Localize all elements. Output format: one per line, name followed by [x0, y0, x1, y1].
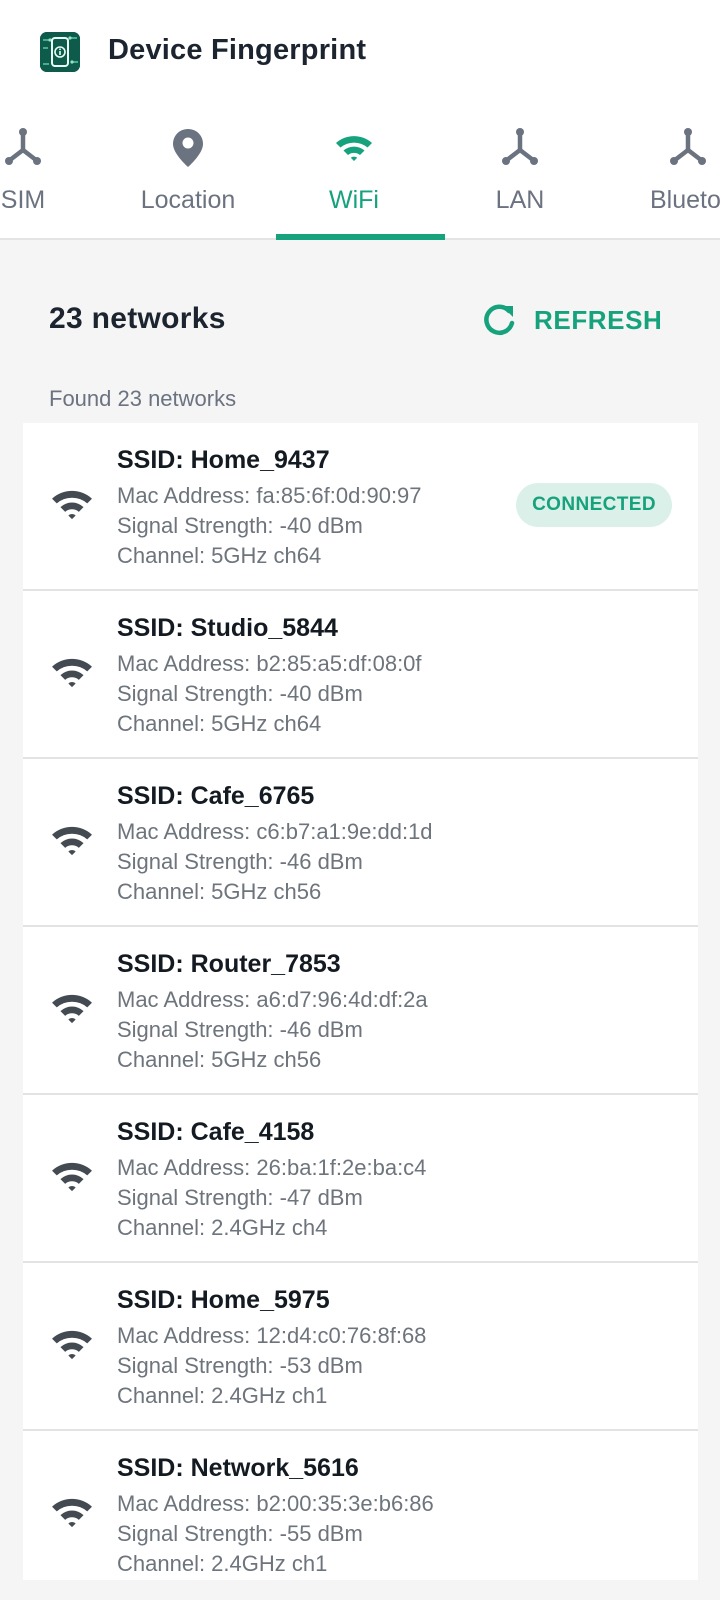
tab-location[interactable]: Location — [103, 108, 273, 238]
network-list-item[interactable]: SSID: Network_5616 Mac Address: b2:00:35… — [23, 1431, 698, 1580]
network-mac: Mac Address: c6:b7:a1:9e:dd:1d — [117, 819, 433, 844]
network-list-item[interactable]: SSID: Home_5975 Mac Address: 12:d4:c0:76… — [23, 1263, 698, 1431]
refresh-label: REFRESH — [534, 304, 663, 335]
wifi-signal-icon — [52, 490, 92, 520]
network-channel: Channel: 2.4GHz ch1 — [117, 1551, 328, 1576]
network-mac: Mac Address: fa:85:6f:0d:90:97 — [117, 483, 422, 508]
location-pin-icon — [173, 129, 203, 167]
tab-wifi-label: WiFi — [329, 186, 379, 214]
network-ssid: SSID: Home_9437 — [117, 446, 330, 474]
tab-sim-label: SIM — [0, 186, 46, 214]
network-ssid: SSID: Cafe_4158 — [117, 1118, 315, 1146]
tab-bluetooth[interactable]: Blueto — [620, 108, 720, 238]
tab-sim[interactable]: SIM — [0, 108, 108, 238]
network-icon — [670, 128, 706, 165]
network-icon — [502, 128, 538, 165]
wifi-signal-icon — [52, 994, 92, 1024]
network-mac: Mac Address: b2:85:a5:df:08:0f — [117, 651, 422, 676]
network-mac: Mac Address: b2:00:35:3e:b6:86 — [117, 1491, 434, 1516]
wifi-signal-icon — [52, 826, 92, 856]
network-signal: Signal Strength: -40 dBm — [117, 513, 363, 538]
network-signal: Signal Strength: -55 dBm — [117, 1521, 363, 1546]
network-details: SSID: Studio_5844 Mac Address: b2:85:a5:… — [117, 613, 422, 739]
network-mac: Mac Address: 12:d4:c0:76:8f:68 — [117, 1323, 427, 1348]
refresh-icon — [484, 304, 515, 335]
network-signal: Signal Strength: -53 dBm — [117, 1353, 363, 1378]
network-list[interactable]: SSID: Home_9437 Mac Address: fa:85:6f:0d… — [23, 423, 698, 1580]
tab-indicator — [276, 234, 445, 240]
app-logo-icon — [40, 32, 80, 72]
network-signal: Signal Strength: -40 dBm — [117, 681, 363, 706]
network-mac: Mac Address: a6:d7:96:4d:df:2a — [117, 987, 428, 1012]
network-ssid: SSID: Studio_5844 — [117, 614, 338, 642]
network-list-item[interactable]: SSID: Home_9437 Mac Address: fa:85:6f:0d… — [23, 423, 698, 591]
tab-bluetooth-label: Blueto — [650, 186, 720, 214]
network-mac: Mac Address: 26:ba:1f:2e:ba:c4 — [117, 1155, 427, 1180]
app-screen: Device Fingerprint SIM Location WiFi LAN… — [0, 0, 720, 1600]
network-ssid: SSID: Home_5975 — [117, 1286, 330, 1314]
network-details: SSID: Network_5616 Mac Address: b2:00:35… — [117, 1453, 434, 1579]
network-ssid: SSID: Cafe_6765 — [117, 782, 315, 810]
network-list-item[interactable]: SSID: Cafe_4158 Mac Address: 26:ba:1f:2e… — [23, 1095, 698, 1263]
network-list-item[interactable]: SSID: Studio_5844 Mac Address: b2:85:a5:… — [23, 591, 698, 759]
wifi-signal-icon — [52, 1330, 92, 1360]
network-details: SSID: Cafe_6765 Mac Address: c6:b7:a1:9e… — [117, 781, 433, 907]
app-bar: Device Fingerprint — [0, 0, 720, 108]
wifi-icon — [336, 136, 372, 161]
network-channel: Channel: 5GHz ch56 — [117, 1047, 322, 1072]
tab-lan-label: LAN — [495, 186, 545, 214]
tab-lan[interactable]: LAN — [435, 108, 605, 238]
network-icon — [5, 128, 41, 165]
network-details: SSID: Cafe_4158 Mac Address: 26:ba:1f:2e… — [117, 1117, 426, 1243]
tab-wifi[interactable]: WiFi — [269, 108, 439, 238]
network-signal: Signal Strength: -46 dBm — [117, 1017, 363, 1042]
wifi-signal-icon — [52, 1498, 92, 1528]
network-details: SSID: Home_9437 Mac Address: fa:85:6f:0d… — [117, 445, 422, 571]
app-title: Device Fingerprint — [108, 34, 367, 66]
network-channel: Channel: 5GHz ch64 — [117, 543, 322, 568]
wifi-signal-icon — [52, 1162, 92, 1192]
connected-badge: CONNECTED — [516, 483, 672, 527]
network-details: SSID: Home_5975 Mac Address: 12:d4:c0:76… — [117, 1285, 426, 1411]
refresh-button[interactable]: REFRESH — [480, 298, 662, 342]
network-details: SSID: Router_7853 Mac Address: a6:d7:96:… — [117, 949, 428, 1075]
found-networks-label: Found 23 networks — [49, 386, 237, 411]
network-count-title: 23 networks — [49, 302, 226, 335]
network-ssid: SSID: Router_7853 — [117, 950, 341, 978]
wifi-signal-icon — [52, 658, 92, 688]
network-list-item[interactable]: SSID: Cafe_6765 Mac Address: c6:b7:a1:9e… — [23, 759, 698, 927]
network-channel: Channel: 2.4GHz ch1 — [117, 1383, 328, 1408]
network-ssid: SSID: Network_5616 — [117, 1454, 359, 1482]
tab-bar: SIM Location WiFi LAN Blueto — [0, 108, 720, 240]
network-channel: Channel: 2.4GHz ch4 — [117, 1215, 328, 1240]
network-signal: Signal Strength: -47 dBm — [117, 1185, 363, 1210]
network-channel: Channel: 5GHz ch56 — [117, 879, 322, 904]
network-signal: Signal Strength: -46 dBm — [117, 849, 363, 874]
network-channel: Channel: 5GHz ch64 — [117, 711, 322, 736]
network-list-item[interactable]: SSID: Router_7853 Mac Address: a6:d7:96:… — [23, 927, 698, 1095]
tab-location-label: Location — [140, 186, 236, 214]
